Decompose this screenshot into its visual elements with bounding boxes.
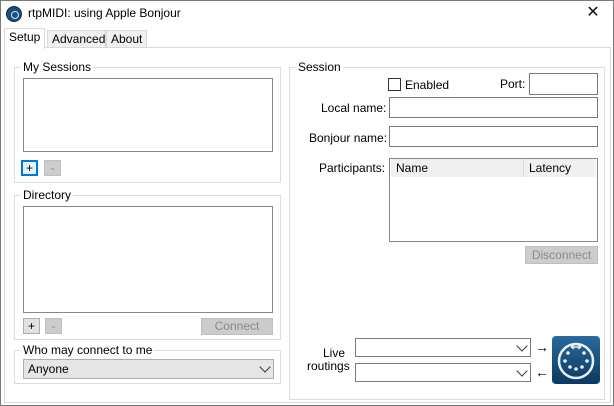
remove-session-button[interactable]: - (44, 160, 61, 176)
who-may-connect-dropdown[interactable]: Anyone (23, 359, 274, 379)
routing-in-dropdown[interactable] (355, 363, 531, 382)
who-may-connect-group: Who may connect to me Anyone (14, 343, 281, 384)
session-group: Session Enabled Port: Local name: Bonjou… (289, 60, 605, 400)
local-name-input[interactable] (389, 97, 598, 118)
arrow-right-icon: → (535, 339, 549, 355)
chevron-down-icon (259, 361, 271, 373)
arrow-left-icon: ← (535, 364, 549, 380)
bonjour-name-input[interactable] (389, 126, 598, 147)
port-label: Port: (500, 77, 526, 91)
session-title: Session (296, 60, 343, 74)
enabled-label: Enabled (405, 78, 450, 92)
bonjour-name-label: Bonjour name: (309, 131, 388, 145)
directory-title: Directory (21, 188, 74, 202)
live-routings-label-line2: routings (307, 359, 350, 373)
app-window: rtpMIDI: using Apple Bonjour ✕ Setup Adv… (0, 0, 614, 406)
setup-panel: My Sessions + - Directory + - Connect Wh… (4, 47, 611, 403)
who-may-connect-value: Anyone (28, 362, 69, 376)
directory-list[interactable] (23, 206, 273, 313)
chevron-down-icon (516, 340, 528, 352)
port-input[interactable] (529, 73, 598, 95)
tab-about[interactable]: About (106, 30, 147, 48)
midi-din-logo (552, 336, 600, 384)
participants-label: Participants: (319, 161, 386, 175)
remove-directory-button[interactable]: - (45, 318, 62, 334)
enabled-checkbox[interactable] (388, 78, 401, 91)
participants-table[interactable]: Name Latency (389, 158, 598, 242)
tab-setup[interactable]: Setup (4, 28, 45, 49)
chevron-down-icon (516, 365, 528, 377)
routing-out-dropdown[interactable] (355, 338, 531, 357)
window-title: rtpMIDI: using Apple Bonjour (28, 6, 181, 20)
live-routings-label-line1: Live (322, 346, 345, 360)
add-directory-button[interactable]: + (23, 318, 40, 334)
directory-group: Directory + - Connect (14, 188, 281, 340)
disconnect-button[interactable]: Disconnect (525, 246, 598, 264)
connect-button[interactable]: Connect (201, 318, 273, 335)
column-header-name[interactable]: Name (391, 159, 524, 177)
rtpmidi-app-icon[interactable] (6, 6, 22, 22)
close-icon[interactable]: ✕ (579, 3, 607, 23)
local-name-label: Local name: (321, 101, 387, 115)
who-may-connect-title: Who may connect to me (21, 343, 155, 357)
my-sessions-group: My Sessions + - (14, 60, 281, 183)
my-sessions-list[interactable] (23, 78, 273, 152)
midi-din-icon (557, 342, 595, 380)
add-session-button[interactable]: + (21, 160, 38, 176)
column-header-latency[interactable]: Latency (524, 159, 596, 177)
title-bar[interactable]: rtpMIDI: using Apple Bonjour ✕ (1, 1, 613, 26)
tab-advanced[interactable]: Advanced (47, 30, 106, 48)
my-sessions-title: My Sessions (21, 60, 94, 74)
